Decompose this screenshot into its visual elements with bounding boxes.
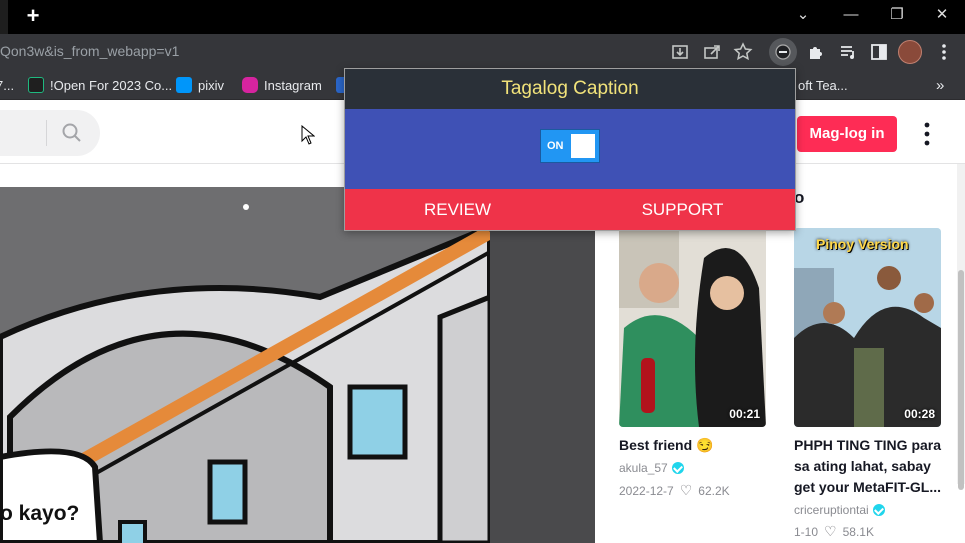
profile-avatar[interactable]: [898, 40, 922, 64]
video-thumbnail[interactable]: 00:21: [619, 228, 766, 427]
extension-active-icon[interactable]: [769, 38, 797, 66]
video-side-panel: [490, 187, 595, 543]
bookmark-label: pixiv: [198, 77, 225, 93]
tab-edge: [0, 0, 8, 34]
author-name: criceruptiontai: [794, 503, 869, 517]
tagalog-caption-popup: Tagalog Caption ON REVIEW SUPPORT: [344, 68, 796, 231]
heart-icon: ♡: [824, 523, 837, 539]
video-title[interactable]: PHPH TING TING para sa ating lahat, saba…: [794, 435, 959, 498]
verified-badge-icon: [671, 462, 684, 474]
pixiv-icon: [176, 77, 192, 93]
like-count: 62.2K: [698, 483, 730, 498]
popup-body: ON: [345, 109, 795, 189]
search-input[interactable]: [0, 110, 100, 156]
scrollbar-thumb[interactable]: [958, 270, 964, 490]
url-field[interactable]: Qon3w&is_from_webapp=v1: [0, 43, 179, 59]
video-date: 1-10: [794, 524, 819, 539]
verified-badge-icon: [872, 504, 885, 516]
comic-speech-text: o kayo?: [0, 502, 80, 525]
thumbnail-image: [619, 228, 766, 427]
bookmark-item[interactable]: Instagram: [242, 76, 322, 94]
thumbnail-overlay-text: Pinoy Version: [816, 236, 909, 252]
bookmark-label: Instagram: [264, 77, 322, 93]
video-author[interactable]: criceruptiontai: [794, 503, 885, 517]
toggle-label: ON: [547, 140, 564, 152]
restore-button[interactable]: ❐: [874, 0, 920, 34]
author-name: akula_57: [619, 461, 668, 475]
new-tab-button[interactable]: +: [22, 4, 44, 28]
minimize-button[interactable]: —: [828, 0, 874, 34]
video-title-line: PHPH TING TING para: [794, 437, 942, 453]
video-meta: 1-10 ♡ 58.1K: [794, 523, 874, 540]
menu-icon[interactable]: [933, 41, 955, 63]
video-duration: 00:21: [729, 407, 760, 421]
bookmarks-overflow-button[interactable]: »: [936, 76, 944, 94]
mouse-cursor-icon: [301, 124, 316, 145]
caption-toggle[interactable]: ON: [540, 129, 600, 163]
bookmark-label: oft Tea...: [798, 77, 848, 93]
sidepanel-icon[interactable]: [868, 41, 890, 63]
support-button[interactable]: SUPPORT: [570, 189, 795, 230]
video-thumbnail[interactable]: Pinoy Version 00:28: [794, 228, 941, 427]
bookmark-item[interactable]: 7...: [0, 76, 14, 94]
video-meta: 2022-12-7 ♡ 62.2K: [619, 482, 730, 499]
video-title[interactable]: Best friend 😏: [619, 435, 713, 456]
bookmark-label: !Open For 2023 Co...: [50, 77, 173, 93]
overflow-chevron-icon: »: [936, 76, 945, 94]
video-player[interactable]: o kayo?: [0, 187, 490, 543]
bookmark-item[interactable]: pixiv: [176, 76, 224, 94]
video-duration: 00:28: [904, 407, 935, 421]
bookmark-item[interactable]: oft Tea...: [798, 76, 848, 94]
bookmark-item[interactable]: !Open For 2023 Co...: [28, 76, 172, 94]
download-icon[interactable]: [669, 41, 691, 63]
toggle-knob: [571, 134, 595, 158]
bookmark-favicon-icon: [28, 77, 44, 93]
popup-footer: REVIEW SUPPORT: [345, 189, 795, 230]
search-icon[interactable]: [61, 122, 83, 144]
comic-illustration: [0, 187, 490, 543]
review-button[interactable]: REVIEW: [345, 189, 570, 230]
media-icon[interactable]: [837, 41, 859, 63]
like-count: 58.1K: [842, 524, 874, 539]
search-divider: [46, 120, 47, 146]
share-icon[interactable]: [701, 41, 723, 63]
browser-title-bar: + ⌄ — ❐ ✕: [0, 0, 965, 34]
video-date: 2022-12-7: [619, 483, 674, 498]
popup-title: Tagalog Caption: [345, 69, 795, 109]
close-window-button[interactable]: ✕: [919, 0, 965, 34]
video-title-line: sa ating lahat, sabay: [794, 458, 931, 474]
instagram-icon: [242, 77, 258, 93]
puzzle-icon[interactable]: [805, 41, 827, 63]
heart-icon: ♡: [679, 482, 693, 498]
star-icon[interactable]: [732, 41, 754, 63]
video-title-line: get your MetaFIT-GL...: [794, 479, 942, 495]
video-author[interactable]: akula_57: [619, 461, 684, 475]
tab-search-button[interactable]: ⌄: [780, 0, 826, 34]
login-button[interactable]: Mag-log in: [797, 116, 897, 152]
thumbnail-image: [794, 228, 941, 427]
more-options-icon[interactable]: [918, 120, 936, 148]
bookmark-label: 7...: [0, 77, 15, 93]
